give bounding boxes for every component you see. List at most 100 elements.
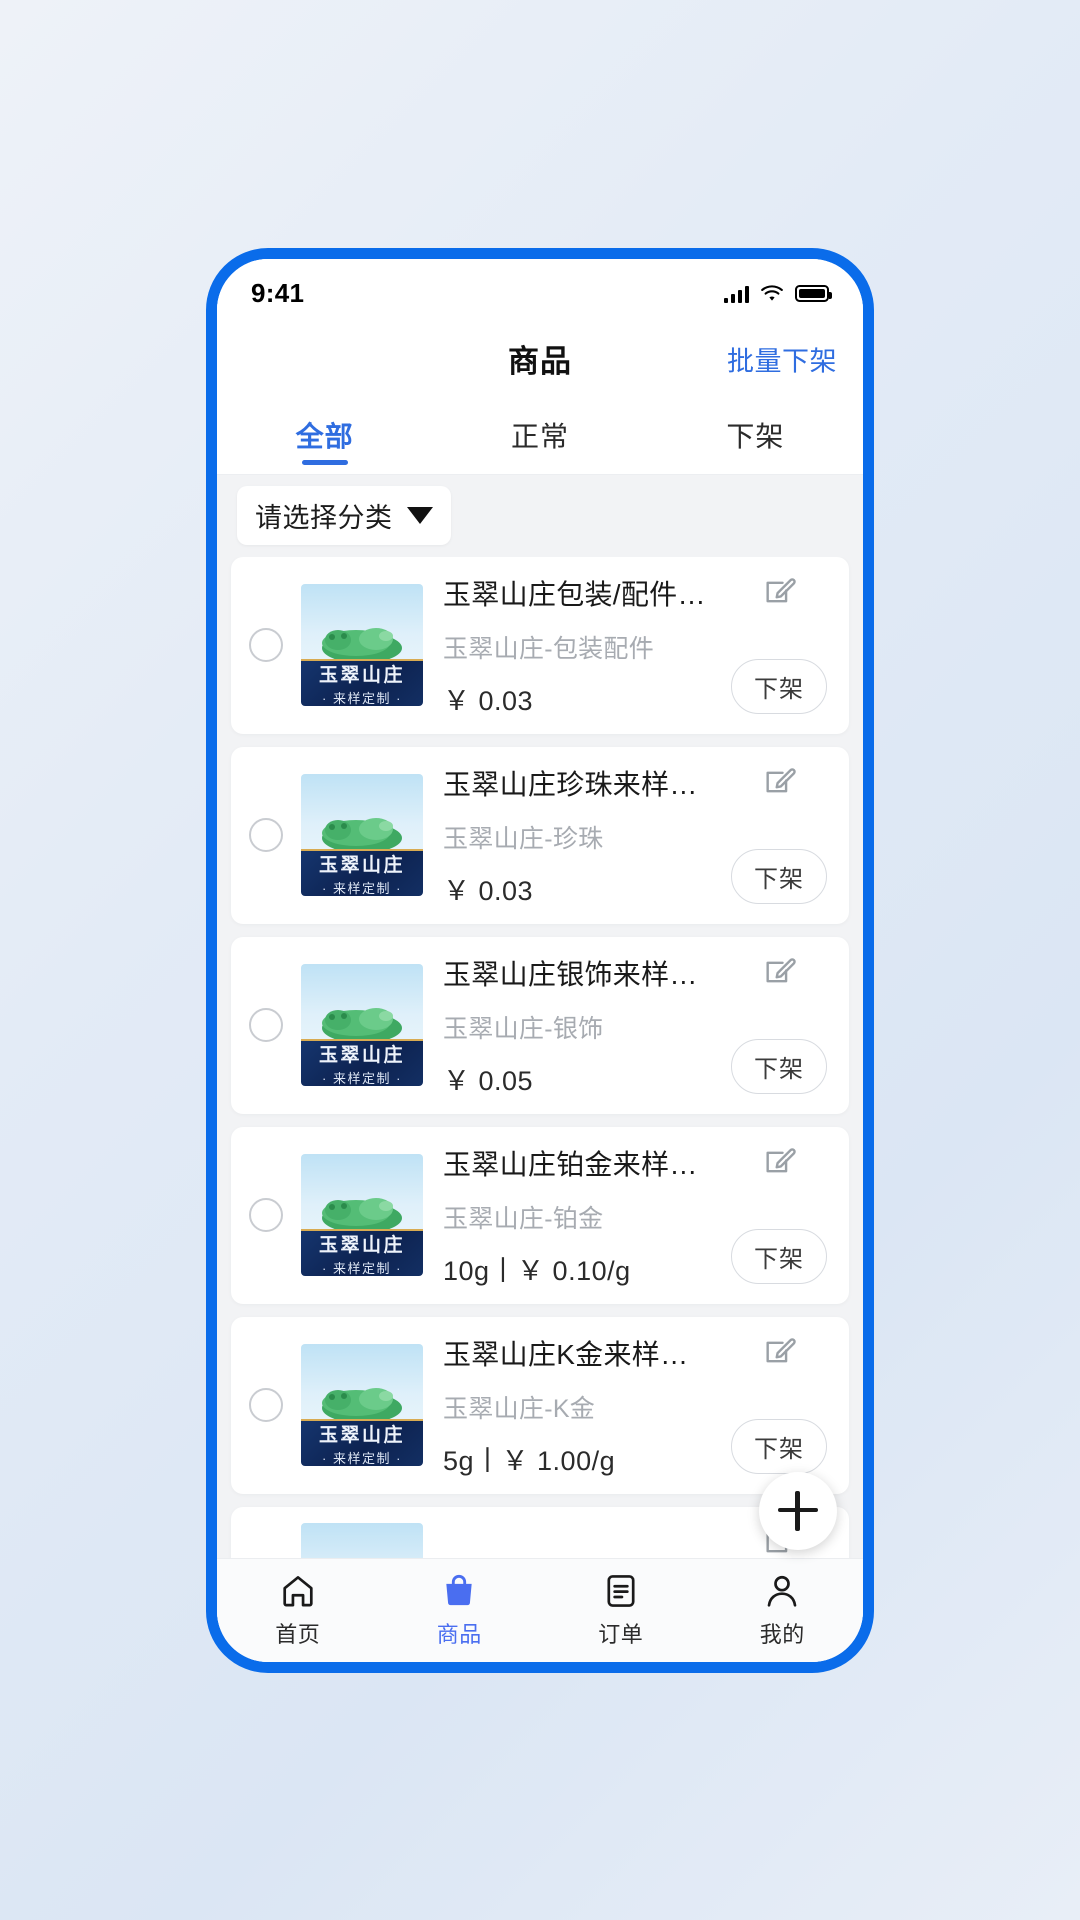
product-subtitle: 玉翠山庄-珍珠 — [443, 824, 604, 853]
offshelf-button[interactable]: 下架 — [731, 658, 827, 714]
product-actions: 下架 — [723, 953, 835, 1098]
product-info: 玉翠山庄珍珠来样定制 玉翠山庄-珍珠 ￥ 0.03 — [437, 763, 709, 908]
product-thumbnail[interactable]: 玉翠山庄 · 来样定制 · — [301, 774, 423, 896]
person-icon — [767, 1575, 797, 1607]
tab-offshelf-label: 下架 — [726, 421, 785, 452]
product-brand-banner: 玉翠山庄 · 来样定制 · — [301, 1229, 423, 1276]
product-price: 5g丨￥ 1.00/g — [443, 1445, 616, 1476]
offshelf-button[interactable]: 下架 — [731, 1228, 827, 1284]
product-title: 玉翠山庄铂金来样定制 — [443, 1148, 709, 1180]
product-brand-banner: 玉翠山庄 · 来样定制 · — [301, 1039, 423, 1086]
banner-tagline: · 来样定制 · — [322, 1451, 402, 1466]
banner-tagline: · 来样定制 · — [322, 691, 402, 706]
product-card[interactable] — [231, 1506, 849, 1558]
jade-carving-icon — [316, 1557, 408, 1558]
product-thumbnail[interactable]: 玉翠山庄 · 来样定制 · — [301, 1154, 423, 1276]
edit-icon[interactable] — [762, 1145, 796, 1179]
product-price: ￥ 0.03 — [443, 875, 534, 906]
product-subtitle: 玉翠山庄-银饰 — [443, 1014, 604, 1043]
product-title: 玉翠山庄银饰来样定制 — [443, 958, 709, 990]
product-card[interactable]: 玉翠山庄 · 来样定制 · 玉翠山庄K金来样定制 玉翠山庄-K金 5g丨￥ 1.… — [231, 1316, 849, 1494]
edit-icon[interactable] — [762, 765, 796, 799]
banner-tagline: · 来样定制 · — [322, 1261, 402, 1276]
product-info: 玉翠山庄K金来样定制 玉翠山庄-K金 5g丨￥ 1.00/g — [437, 1333, 709, 1478]
product-brand-banner: 玉翠山庄 · 来样定制 · — [301, 1419, 423, 1466]
chevron-down-icon — [406, 507, 433, 524]
filter-bar: 请选择分类 — [217, 474, 863, 557]
product-card[interactable]: 玉翠山庄 · 来样定制 · 玉翠山庄包装/配件来样定制 玉翠山庄-包装配件 ￥ … — [231, 556, 849, 734]
add-product-fab[interactable] — [759, 1471, 837, 1550]
product-select-radio[interactable] — [249, 1198, 283, 1232]
product-actions: 下架 — [723, 1143, 835, 1288]
status-indicators — [723, 284, 832, 303]
nav-item-products[interactable]: 商品 — [379, 1572, 541, 1649]
edit-icon[interactable] — [762, 575, 796, 609]
bag-icon — [446, 1574, 472, 1605]
wifi-icon — [761, 284, 783, 301]
home-icon — [283, 1575, 313, 1606]
product-title: 玉翠山庄K金来样定制 — [443, 1338, 709, 1370]
banner-brand-name: 玉翠山庄 — [318, 665, 405, 686]
nav-item-orders[interactable]: 订单 — [540, 1572, 702, 1649]
tab-offshelf[interactable]: 下架 — [648, 397, 863, 474]
product-select-radio[interactable] — [249, 818, 283, 852]
battery-icon — [795, 285, 832, 302]
nav-label-profile: 我的 — [759, 1621, 805, 1647]
product-price: 10g丨￥ 0.10/g — [443, 1255, 631, 1286]
product-subtitle: 玉翠山庄-铂金 — [443, 1204, 604, 1233]
product-list[interactable]: 玉翠山庄 · 来样定制 · 玉翠山庄包装/配件来样定制 玉翠山庄-包装配件 ￥ … — [217, 556, 863, 1558]
bottom-nav: 首页 商品 订单 我的 — [217, 1557, 864, 1662]
edit-icon[interactable] — [762, 955, 796, 989]
category-select-label: 请选择分类 — [255, 503, 393, 533]
offshelf-button[interactable]: 下架 — [731, 1038, 827, 1094]
product-title: 玉翠山庄包装/配件来样定制 — [443, 578, 709, 610]
banner-tagline: · 来样定制 · — [322, 1071, 402, 1086]
tab-bar: 全部 正常 下架 — [217, 396, 863, 475]
plus-icon — [778, 1490, 818, 1531]
status-bar: 9:41 — [217, 258, 863, 321]
category-select[interactable]: 请选择分类 — [237, 486, 451, 545]
page-title: 商品 — [508, 344, 572, 379]
tab-normal[interactable]: 正常 — [432, 397, 647, 474]
signal-icon — [723, 285, 749, 303]
product-actions: 下架 — [723, 573, 835, 718]
banner-tagline: · 来样定制 · — [322, 881, 402, 896]
product-card[interactable]: 玉翠山庄 · 来样定制 · 玉翠山庄铂金来样定制 玉翠山庄-铂金 10g丨￥ 0… — [231, 1126, 849, 1304]
batch-offshelf-button[interactable]: 批量下架 — [727, 339, 837, 378]
product-title: 玉翠山庄珍珠来样定制 — [443, 768, 709, 800]
banner-brand-name: 玉翠山庄 — [318, 1235, 405, 1256]
product-subtitle: 玉翠山庄-包装配件 — [443, 634, 655, 663]
product-card[interactable]: 玉翠山庄 · 来样定制 · 玉翠山庄珍珠来样定制 玉翠山庄-珍珠 ￥ 0.03 … — [231, 746, 849, 924]
product-thumbnail[interactable] — [301, 1522, 423, 1558]
product-thumbnail[interactable]: 玉翠山庄 · 来样定制 · — [301, 1344, 423, 1466]
product-info: 玉翠山庄铂金来样定制 玉翠山庄-铂金 10g丨￥ 0.10/g — [437, 1143, 709, 1288]
product-subtitle: 玉翠山庄-K金 — [443, 1394, 596, 1423]
product-select-radio[interactable] — [249, 1388, 283, 1422]
product-card[interactable]: 玉翠山庄 · 来样定制 · 玉翠山庄银饰来样定制 玉翠山庄-银饰 ￥ 0.05 … — [231, 936, 849, 1114]
offshelf-button[interactable]: 下架 — [731, 848, 827, 904]
product-thumbnail[interactable]: 玉翠山庄 · 来样定制 · — [301, 584, 423, 706]
nav-item-profile[interactable]: 我的 — [702, 1572, 864, 1649]
tab-active-indicator — [301, 459, 348, 465]
nav-label-home: 首页 — [275, 1621, 321, 1647]
product-thumbnail[interactable]: 玉翠山庄 · 来样定制 · — [301, 964, 423, 1086]
product-select-radio[interactable] — [249, 1008, 283, 1042]
product-brand-banner: 玉翠山庄 · 来样定制 · — [301, 659, 423, 706]
product-price: ￥ 0.05 — [443, 1065, 534, 1096]
banner-brand-name: 玉翠山庄 — [318, 1045, 405, 1066]
nav-item-home[interactable]: 首页 — [217, 1572, 379, 1649]
app-header: 商品 批量下架 — [217, 320, 863, 397]
product-actions: 下架 — [723, 763, 835, 908]
product-select-radio[interactable] — [249, 628, 283, 662]
order-icon — [607, 1574, 635, 1607]
tab-all-label: 全部 — [295, 421, 354, 452]
offshelf-button[interactable]: 下架 — [731, 1418, 827, 1474]
tab-all[interactable]: 全部 — [217, 397, 432, 474]
edit-icon[interactable] — [762, 1335, 796, 1369]
status-time: 9:41 — [251, 278, 305, 308]
tab-normal-label: 正常 — [510, 421, 569, 452]
banner-brand-name: 玉翠山庄 — [318, 1425, 405, 1446]
product-info: 玉翠山庄银饰来样定制 玉翠山庄-银饰 ￥ 0.05 — [437, 953, 709, 1098]
banner-brand-name: 玉翠山庄 — [318, 855, 405, 876]
app-screen: 9:41 商品 批量下架 全部 正常 下架 请选择分类 玉翠山庄 · 来样定制 … — [217, 258, 864, 1662]
